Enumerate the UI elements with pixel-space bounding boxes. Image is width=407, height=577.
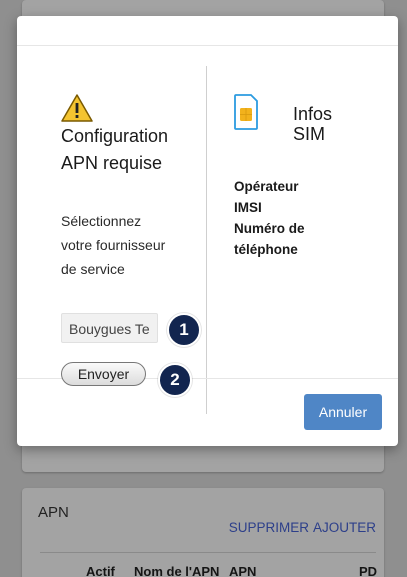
column-header-apn-name: Nom de l'APN (134, 564, 220, 577)
dialog-column-divider (206, 66, 207, 414)
add-button[interactable]: AJOUTER (313, 520, 376, 535)
column-header-pd: PD (359, 564, 378, 577)
dialog-header-divider (17, 45, 398, 46)
sim-info-title: Infos SIM (293, 104, 333, 144)
column-header-apn: APN (229, 564, 257, 577)
step-badge-1: 1 (167, 313, 201, 347)
warning-icon (61, 94, 93, 122)
send-button[interactable]: Envoyer (61, 362, 146, 386)
imsi-label: IMSI (234, 200, 262, 215)
column-header-active: Actif (86, 564, 115, 577)
phone-number-label-cont: téléphone (234, 242, 298, 257)
cancel-button[interactable]: Annuler (304, 394, 382, 430)
apn-config-dialog: Configuration APN requise Sélectionnez v… (17, 16, 398, 446)
sim-info-fields: Opérateur IMSI Numéro de téléphone (234, 176, 394, 260)
provider-select[interactable]: Bouygues Te (61, 313, 158, 343)
sim-card-icon (234, 94, 258, 130)
apn-actions: SUPPRIMER AJOUTER (229, 520, 376, 535)
apn-card: APN SUPPRIMER AJOUTER Actif Nom de l'APN… (22, 488, 384, 577)
step-badge-2: 2 (158, 363, 192, 397)
select-provider-instruction: Sélectionnez votre fournisseur de servic… (61, 213, 166, 277)
phone-number-label: Numéro de (234, 221, 305, 236)
config-required-title: Configuration APN requise (61, 126, 169, 173)
operator-label: Opérateur (234, 179, 299, 194)
delete-button[interactable]: SUPPRIMER (229, 520, 309, 535)
apn-table-header: Actif Nom de l'APN APN PD (40, 552, 378, 577)
apn-title: APN (38, 504, 69, 521)
